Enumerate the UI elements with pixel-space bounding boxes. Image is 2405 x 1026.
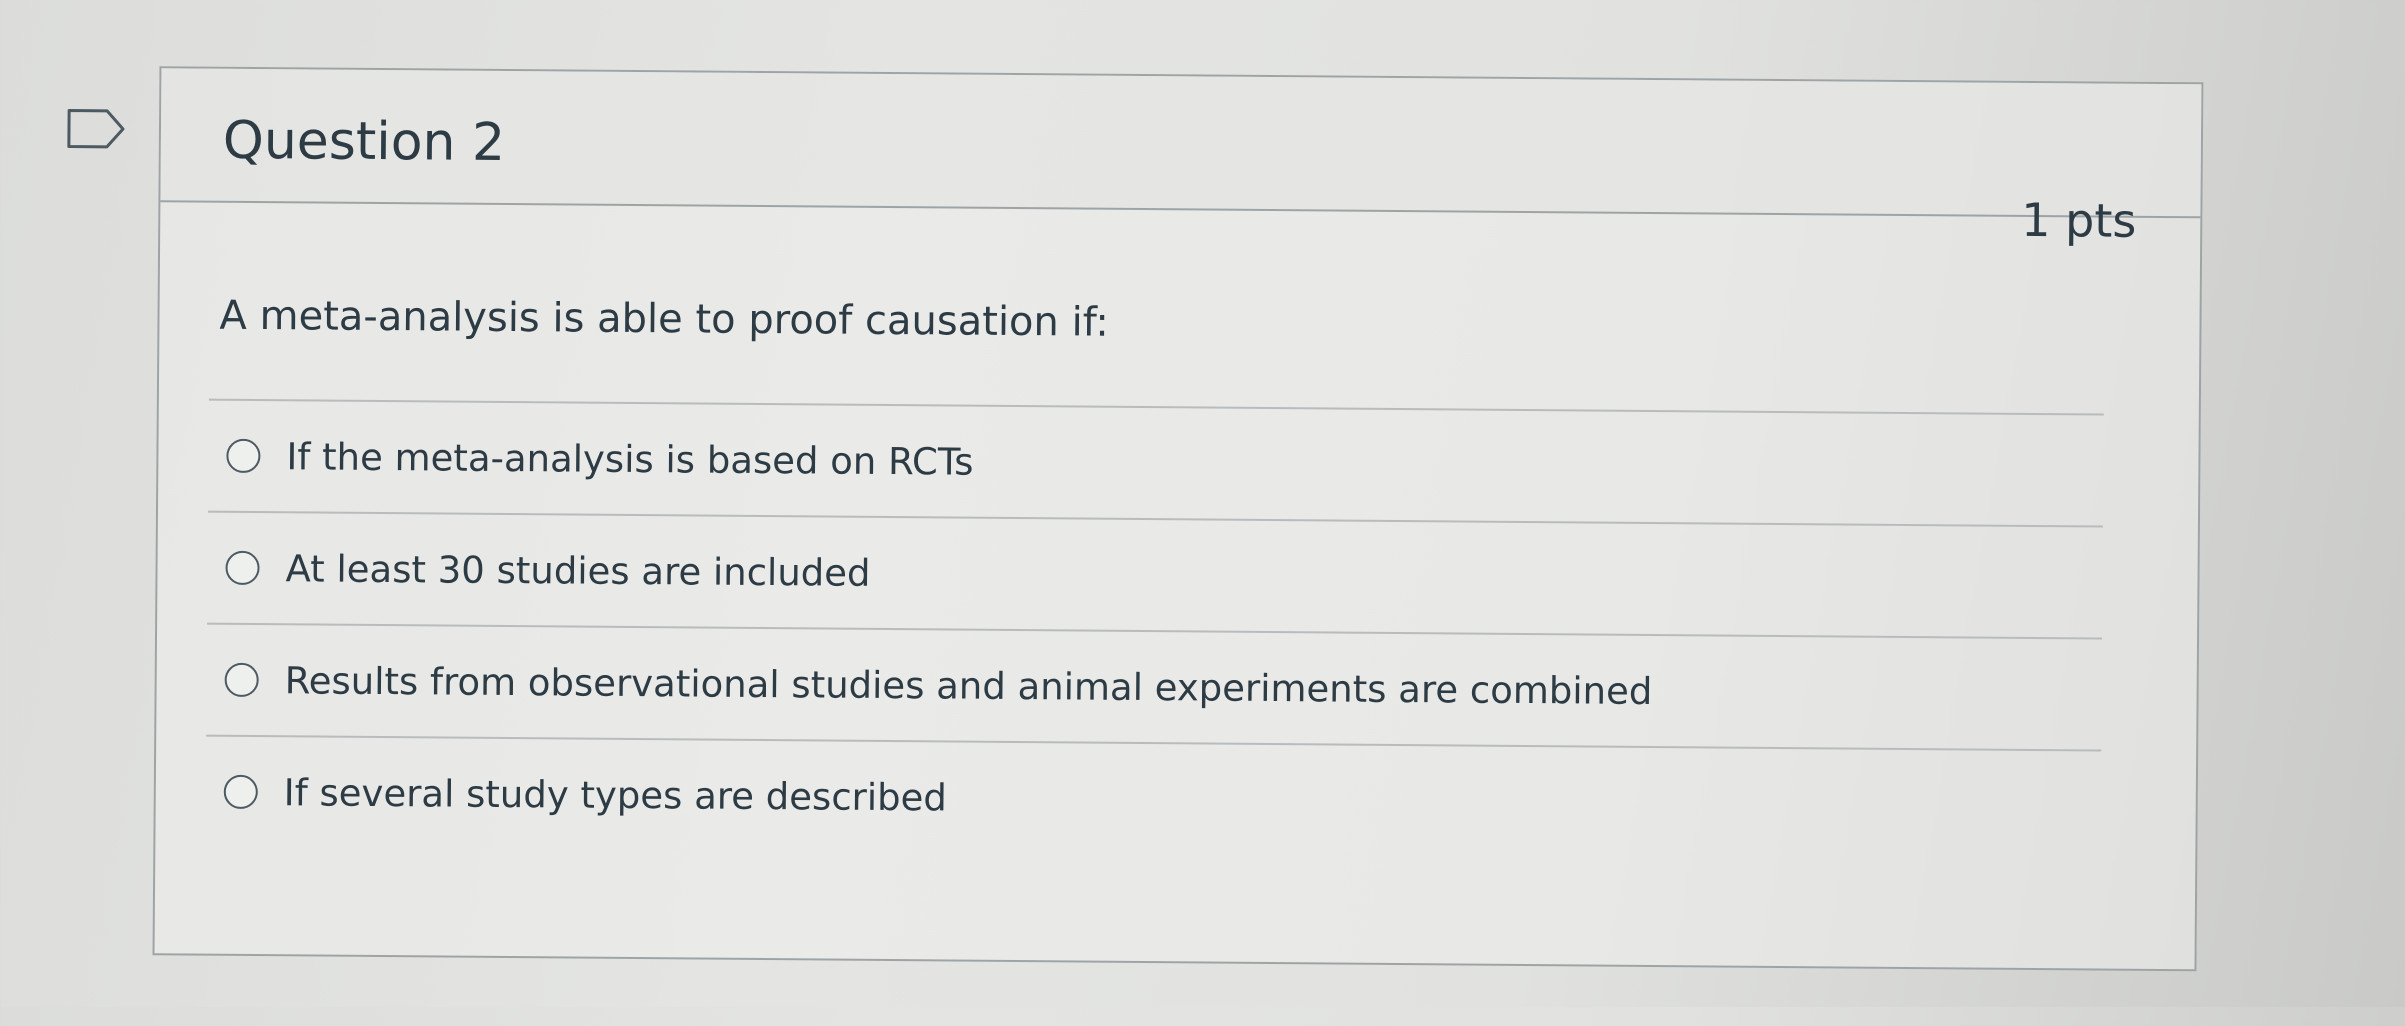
answer-option[interactable]: If the meta-analysis is based on RCTs [207, 398, 2104, 526]
answer-option[interactable]: Results from observational studies and a… [206, 622, 2103, 750]
question-points: 1 pts [2021, 192, 2137, 248]
question-card: Question 2 1 pts A meta-analysis is able… [152, 66, 2204, 972]
radio-button-icon[interactable] [225, 550, 260, 586]
answer-option[interactable]: If several study types are described [205, 734, 2102, 862]
answer-list: If the meta-analysis is based on RCTs At… [205, 398, 2104, 862]
flag-question-icon[interactable] [67, 109, 125, 149]
answer-option[interactable]: At least 30 studies are included [207, 510, 2103, 638]
quiz-page: Question 2 1 pts A meta-analysis is able… [0, 0, 2405, 1026]
question-title: Question 2 [222, 110, 506, 173]
answer-label[interactable]: If several study types are described [284, 771, 947, 819]
radio-button-icon[interactable] [226, 438, 261, 474]
radio-button-icon[interactable] [224, 662, 259, 698]
answer-label[interactable]: At least 30 studies are included [285, 547, 870, 595]
question-text: A meta-analysis is able to proof causati… [219, 292, 1110, 346]
question-header: Question 2 1 pts [160, 68, 2202, 248]
answer-label[interactable]: Results from observational studies and a… [284, 659, 1652, 713]
radio-button-icon[interactable] [223, 774, 258, 810]
answer-label[interactable]: If the meta-analysis is based on RCTs [286, 435, 973, 483]
